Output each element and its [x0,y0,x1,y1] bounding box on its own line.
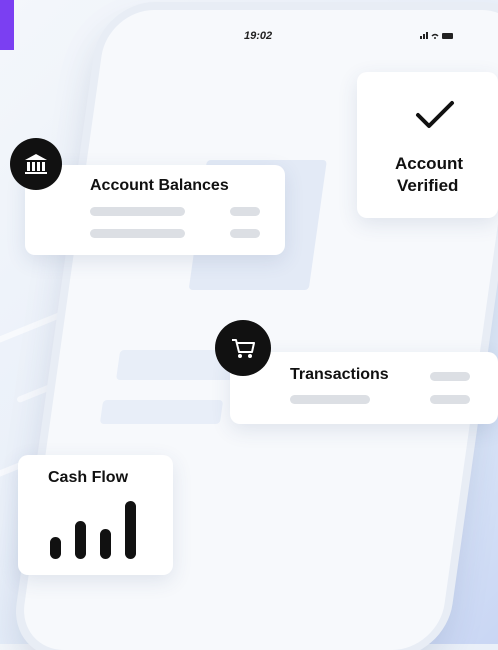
status-icons [420,30,454,42]
shopping-cart-icon [215,320,271,376]
transactions-title: Transactions [290,366,389,383]
cash-flow-card[interactable]: Cash Flow [18,455,173,575]
placeholder-line [430,395,470,404]
transactions-card[interactable]: Transactions [230,352,498,424]
bank-icon [10,138,62,190]
checkmark-icon [416,101,454,128]
placeholder-line [90,229,185,238]
bar-chart-icon [50,501,136,559]
placeholder-line [430,372,470,381]
corner-accent [0,0,14,50]
account-verified-card[interactable]: Account Verified [357,72,498,218]
placeholder-line [230,229,260,238]
signal-wifi-battery-icon [420,32,453,39]
cash-flow-title: Cash Flow [48,469,129,486]
account-balances-card[interactable]: Account Balances [25,165,285,255]
account-verified-line2: Verified [397,176,459,195]
account-balances-title: Account Balances [90,177,229,194]
placeholder-line [90,207,185,216]
account-verified-line1: Account [395,154,463,173]
screen-placeholder [99,400,224,424]
status-time: 19:02 [244,30,273,42]
placeholder-line [290,395,370,404]
placeholder-line [230,207,260,216]
